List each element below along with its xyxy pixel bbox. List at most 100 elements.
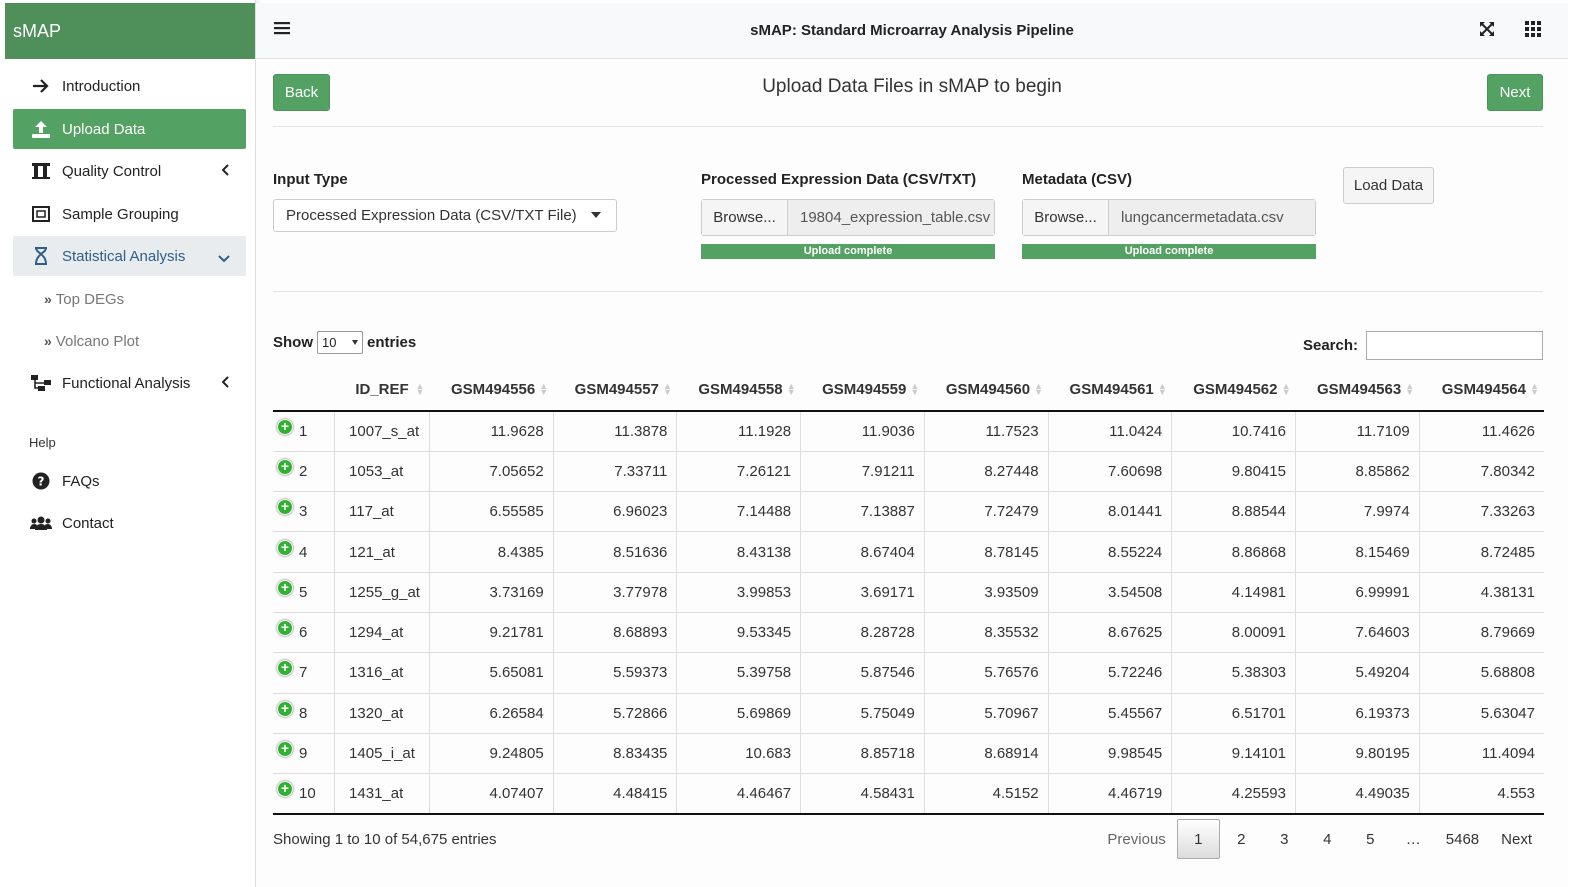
- expression-value-cell: 7.9974: [1295, 491, 1420, 533]
- sidebar: sMAP Introduction Upload Data Quality Co…: [0, 0, 256, 887]
- table-row[interactable]: +3 117_at 6.55585 6.96023 7.14488 7.13887 7.72…: [273, 491, 1544, 533]
- sidebar-item-upload-data[interactable]: Upload Data: [13, 109, 246, 149]
- expression-value-cell: 5.68808: [1419, 652, 1544, 694]
- sidebar-subitem-volcano-plot[interactable]: » Volcano Plot: [44, 326, 139, 356]
- next-page-button[interactable]: Next: [1490, 819, 1543, 859]
- page-button[interactable]: 3: [1263, 819, 1306, 859]
- expand-row-icon[interactable]: +: [277, 620, 293, 637]
- chevron-left-icon: [221, 375, 230, 392]
- grid-apps-icon[interactable]: [1525, 21, 1541, 41]
- entries-value: 10: [322, 335, 337, 350]
- sort-icon: ▲ ▼: [910, 381, 920, 397]
- next-button[interactable]: Next: [1487, 74, 1543, 111]
- expand-row-icon[interactable]: +: [277, 579, 293, 596]
- load-data-button[interactable]: Load Data: [1343, 167, 1434, 204]
- row-number: 6: [299, 624, 308, 642]
- page-button[interactable]: 2: [1220, 819, 1263, 859]
- metadata-browse-button[interactable]: Browse...: [1023, 200, 1109, 235]
- expression-value-cell: 7.72479: [924, 491, 1049, 533]
- expand-row-icon[interactable]: +: [277, 458, 293, 475]
- column-header[interactable]: GSM494561 ▲ ▼: [1048, 369, 1172, 412]
- expand-row-icon[interactable]: +: [277, 781, 293, 798]
- expand-row-icon[interactable]: +: [277, 741, 293, 758]
- input-type-select[interactable]: Processed Expression Data (CSV/TXT File): [273, 199, 617, 232]
- page-button[interactable]: 5: [1349, 819, 1392, 859]
- expression-value-cell: 8.68893: [553, 612, 678, 654]
- sidebar-subitem-top-degs[interactable]: » Top DEGs: [44, 284, 124, 314]
- row-number-cell: +5: [273, 572, 336, 613]
- expand-row-icon[interactable]: +: [277, 539, 293, 556]
- row-number: 8: [299, 704, 308, 722]
- table-row[interactable]: +5 1255_g_at 3.73169 3.77978 3.99853 3.69171 3…: [273, 572, 1544, 613]
- column-header[interactable]: ID_REF ▲ ▼: [334, 369, 430, 412]
- column-header[interactable]: GSM494562 ▲ ▼: [1171, 369, 1296, 412]
- expand-row-icon[interactable]: +: [277, 700, 293, 717]
- expression-value-cell: 11.0424: [1048, 411, 1173, 452]
- chevron-down-icon: [218, 250, 230, 267]
- expression-value-cell: 7.26121: [676, 451, 802, 493]
- sidebar-item-faqs[interactable]: ? FAQs: [13, 461, 246, 501]
- column-header[interactable]: GSM494563 ▲ ▼: [1295, 369, 1420, 412]
- sort-icon: ▲ ▼: [1530, 381, 1539, 397]
- entries-per-page-select[interactable]: 10: [317, 331, 363, 354]
- expression-value-cell: 7.14488: [676, 491, 802, 533]
- expression-value-cell: 8.55224: [1048, 531, 1173, 573]
- column-header[interactable]: GSM494558 ▲ ▼: [676, 369, 801, 412]
- column-header-label: GSM494561: [1069, 381, 1154, 398]
- expression-value-cell: 6.99991: [1295, 572, 1420, 613]
- expression-value-cell: 5.63047: [1419, 693, 1544, 734]
- expression-value-cell: 8.28728: [800, 612, 925, 654]
- sort-icon: ▲ ▼: [662, 381, 672, 397]
- search-label: Search:: [1302, 337, 1358, 354]
- column-header[interactable]: GSM494560 ▲ ▼: [924, 369, 1049, 412]
- sidebar-item-functional-analysis[interactable]: Functional Analysis: [13, 363, 246, 403]
- sidebar-item-sample-grouping[interactable]: Sample Grouping: [13, 194, 246, 234]
- metadata-upload-progress: Upload complete: [1022, 244, 1316, 259]
- expand-row-icon[interactable]: +: [277, 418, 293, 435]
- expression-value-cell: 7.33711: [553, 451, 678, 493]
- table-row[interactable]: +7 1316_at 5.65081 5.59373 5.39758 5.87546 5.7…: [273, 652, 1544, 694]
- expression-file-input[interactable]: Browse... 19804_expression_table.csv: [701, 199, 995, 236]
- expression-browse-button[interactable]: Browse...: [702, 200, 788, 235]
- column-header-label: GSM494564: [1441, 381, 1526, 398]
- expression-value-cell: 4.46467: [676, 773, 802, 815]
- table-row[interactable]: +1 1007_s_at 11.9628 11.3878 11.1928 11.9036 1…: [273, 411, 1544, 452]
- expression-value-cell: 11.7109: [1295, 411, 1420, 452]
- table-row[interactable]: +2 1053_at 7.05652 7.33711 7.26121 7.91211 8.2…: [273, 451, 1544, 493]
- expression-value-cell: 6.55585: [429, 491, 554, 533]
- expand-row-icon[interactable]: +: [277, 660, 293, 677]
- table-row[interactable]: +4 121_at 8.4385 8.51636 8.43138 8.67404 8.781…: [273, 531, 1544, 573]
- brand-logo[interactable]: sMAP: [5, 3, 255, 59]
- metadata-file-input[interactable]: Browse... lungcancermetadata.csv: [1022, 199, 1316, 236]
- sidebar-item-quality-control[interactable]: Quality Control: [13, 151, 246, 191]
- users-icon: [30, 512, 52, 534]
- help-section-label: Help: [29, 435, 56, 450]
- column-header[interactable]: GSM494556 ▲ ▼: [429, 369, 554, 412]
- sidebar-item-introduction[interactable]: Introduction: [13, 66, 246, 106]
- sidebar-item-statistical-analysis[interactable]: Statistical Analysis: [13, 236, 246, 276]
- expression-value-cell: 4.5152: [924, 773, 1049, 815]
- column-header[interactable]: GSM494564 ▲ ▼: [1419, 369, 1544, 412]
- column-header-label: GSM494556: [450, 381, 536, 398]
- search-input[interactable]: [1366, 331, 1543, 360]
- expression-value-cell: 5.65081: [429, 652, 554, 694]
- column-header[interactable]: GSM494559 ▲ ▼: [800, 369, 925, 412]
- table-row[interactable]: +10 1431_at 4.07407 4.48415 4.46467 4.58431 4.…: [273, 773, 1544, 815]
- column-header-label: GSM494557: [574, 381, 659, 398]
- fullscreen-icon[interactable]: [1479, 21, 1495, 41]
- sidebar-item-contact[interactable]: Contact: [13, 503, 246, 543]
- page-button[interactable]: 1: [1176, 819, 1220, 859]
- row-number: 2: [299, 462, 308, 480]
- quality-control-icon: [30, 160, 52, 182]
- expand-row-icon[interactable]: +: [277, 499, 293, 516]
- expression-value-cell: 4.14981: [1171, 572, 1296, 613]
- page-button[interactable]: 5468: [1435, 819, 1490, 859]
- table-row[interactable]: +8 1320_at 6.26584 5.72866 5.69869 5.75049 5.7…: [273, 693, 1544, 734]
- expression-value-cell: 8.86868: [1171, 531, 1296, 573]
- previous-page-button[interactable]: Previous: [1096, 819, 1176, 859]
- page-button[interactable]: 4: [1306, 819, 1349, 859]
- column-header[interactable]: GSM494557 ▲ ▼: [553, 369, 677, 412]
- table-row[interactable]: +6 1294_at 9.21781 8.68893 9.53345 8.28728 8.3…: [273, 612, 1544, 654]
- sidebar-item-label: Contact: [62, 514, 114, 532]
- table-row[interactable]: +9 1405_i_at 9.24805 8.83435 10.683 8.85718 8.…: [273, 733, 1544, 775]
